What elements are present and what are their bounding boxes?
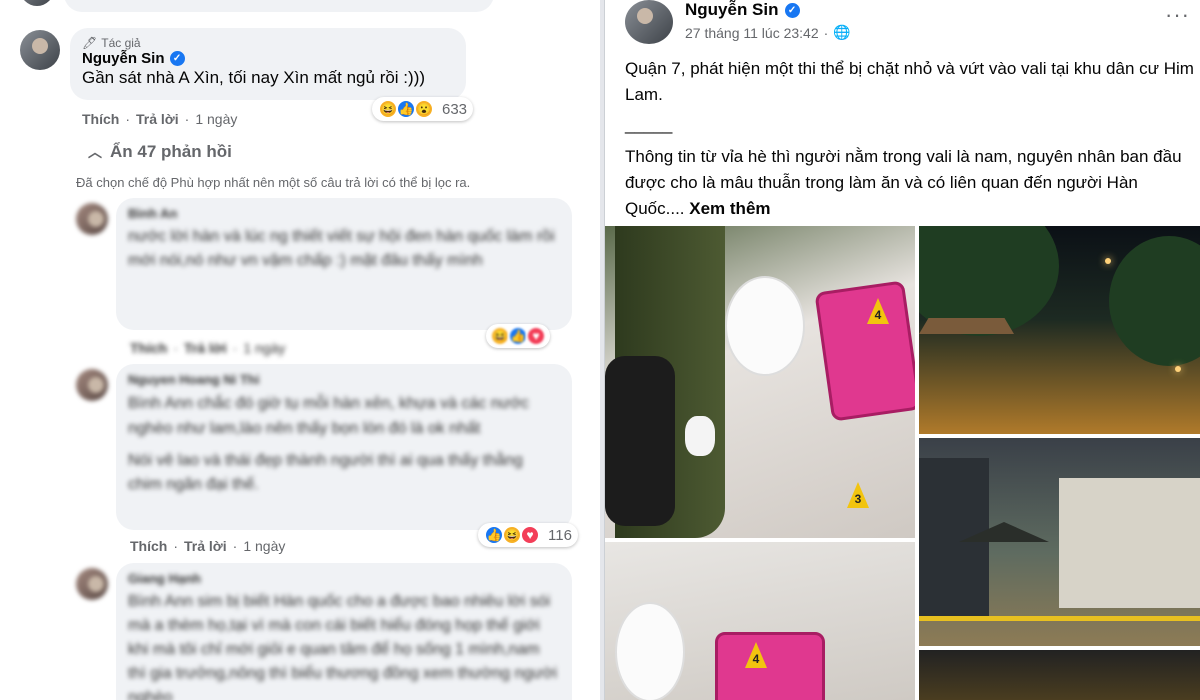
post-body: Quận 7, phát hiện một thi thể bị chặt nh…	[625, 56, 1195, 232]
author-comment-bubble: 🖊 Tác giả Nguyễn Sin ✓ Gần sát nhà A Xìn…	[70, 28, 466, 100]
suitcase	[715, 632, 825, 700]
post-author-avatar[interactable]	[625, 0, 673, 44]
avatar[interactable]	[20, 0, 54, 6]
like-link[interactable]: Thích	[130, 538, 167, 554]
reply-author-name[interactable]: Nguyen Hoang Ni Thi	[128, 372, 560, 387]
glove	[685, 416, 715, 456]
reply-bubble: Bình An nước lời hàn và lúc ng thiết viế…	[116, 198, 572, 330]
love-reaction-icon: ♥	[526, 326, 546, 346]
reply-actions: Thích · Trả lời · 1 ngày	[130, 340, 286, 356]
author-avatar[interactable]	[20, 30, 60, 70]
toilet	[725, 276, 805, 376]
reply-time[interactable]: 1 ngày	[243, 340, 285, 356]
evidence-marker: 3	[847, 482, 869, 508]
police-tape	[919, 616, 1200, 621]
like-reaction-icon: 👍	[484, 525, 504, 545]
reaction-summary[interactable]: 👍 😆 ♥ 116	[478, 523, 578, 547]
verified-badge-icon: ✓	[784, 2, 800, 18]
filter-note: Đã chọn chế độ Phù hợp nhất nên một số c…	[76, 175, 471, 190]
like-reaction-icon: 👍	[396, 99, 416, 119]
post-photo[interactable]	[919, 650, 1200, 700]
see-more-link[interactable]: Xem thêm	[689, 199, 770, 218]
comment-time[interactable]: 1 ngày	[195, 111, 237, 127]
chevron-up-icon: ︿	[88, 144, 102, 160]
comment-author-name[interactable]: Nguyễn Sin ✓	[82, 50, 454, 67]
reply-link[interactable]: Trả lời	[184, 538, 227, 554]
reaction-summary[interactable]: 😆 👍 😮 633	[372, 97, 474, 121]
post-paragraph: Quận 7, phát hiện một thi thể bị chặt nh…	[625, 59, 1194, 104]
post-timestamp[interactable]: 27 tháng 11 lúc 23:42	[685, 25, 819, 41]
building	[1059, 478, 1200, 608]
reply-link[interactable]: Trả lời	[136, 111, 179, 127]
reply-time[interactable]: 1 ngày	[243, 538, 285, 554]
comment-bubble-top	[64, 0, 494, 12]
more-options-icon[interactable]: ···	[1165, 2, 1190, 28]
reply-bubble: Giang Hạnh Bình Ann sim bị biết Hàn quốc…	[116, 563, 572, 700]
reply-avatar[interactable]	[76, 369, 108, 401]
tree	[1109, 236, 1200, 366]
reply-text: Bình Ann sim bị biết Hàn quốc cho a được…	[128, 593, 558, 700]
reply-bubble: Nguyen Hoang Ni Thi Bình Ann chắc đó giờ…	[116, 364, 572, 530]
verified-badge-icon: ✓	[169, 51, 185, 66]
post-author-name[interactable]: Nguyễn Sin ✓	[685, 0, 800, 20]
reaction-summary[interactable]: 😆 👍 ♥	[486, 324, 550, 348]
street-light	[1105, 258, 1111, 264]
comments-panel: 🖊 Tác giả Nguyễn Sin ✓ Gần sát nhà A Xìn…	[0, 0, 600, 700]
post-photo[interactable]: 4	[605, 542, 915, 700]
reply-text-2: Nói vê lao và thái đẹp thành người thì a…	[128, 452, 523, 493]
post-meta: 27 tháng 11 lúc 23:42 · 🌐	[685, 24, 851, 41]
trash-bag	[605, 356, 675, 526]
toilet	[615, 602, 685, 700]
love-reaction-icon: ♥	[520, 525, 540, 545]
street-light	[1175, 366, 1181, 372]
author-tag-icon: 🖊	[82, 36, 98, 50]
reply-author-name[interactable]: Giang Hạnh	[128, 571, 560, 586]
comment-actions: Thích · Trả lời · 1 ngày	[82, 111, 238, 127]
like-link[interactable]: Thích	[130, 340, 167, 356]
haha-reaction-icon: 😆	[502, 525, 522, 545]
reply-avatar[interactable]	[76, 568, 108, 600]
reply-text: Bình Ann chắc đó giờ tụ mỗi hàn xẻn, khự…	[128, 395, 529, 437]
post-photo[interactable]	[919, 226, 1200, 434]
hide-replies-button[interactable]: ︿ Ẩn 47 phản hồi	[88, 142, 232, 162]
like-link[interactable]: Thích	[82, 111, 119, 127]
post-photo[interactable]: 4 3	[605, 226, 915, 538]
reply-link[interactable]: Trả lời	[184, 340, 227, 356]
reply-avatar[interactable]	[76, 203, 108, 235]
comment-text: Gần sát nhà A Xìn, tối nay Xìn mất ngủ r…	[82, 68, 426, 87]
author-tag: 🖊 Tác giả	[82, 36, 141, 50]
reply-author-name[interactable]: Bình An	[128, 206, 560, 221]
globe-icon: 🌐	[833, 24, 851, 40]
like-reaction-icon: 👍	[508, 326, 528, 346]
post-panel: Nguyễn Sin ✓ 27 tháng 11 lúc 23:42 · 🌐 ·…	[604, 0, 1200, 700]
post-paragraph: Thông tin từ vỉa hè thì người nằm trong …	[625, 147, 1182, 218]
post-photo[interactable]	[919, 438, 1200, 646]
reply-text: nước lời hàn và lúc ng thiết viết sự hội…	[128, 228, 555, 269]
suitcase	[814, 280, 915, 422]
haha-reaction-icon: 😆	[490, 326, 510, 346]
post-separator: _____	[625, 115, 673, 134]
haha-reaction-icon: 😆	[378, 99, 398, 119]
reply-actions: Thích · Trả lời · 1 ngày	[130, 538, 286, 554]
tent	[919, 318, 1014, 334]
wow-reaction-icon: 😮	[414, 99, 434, 119]
